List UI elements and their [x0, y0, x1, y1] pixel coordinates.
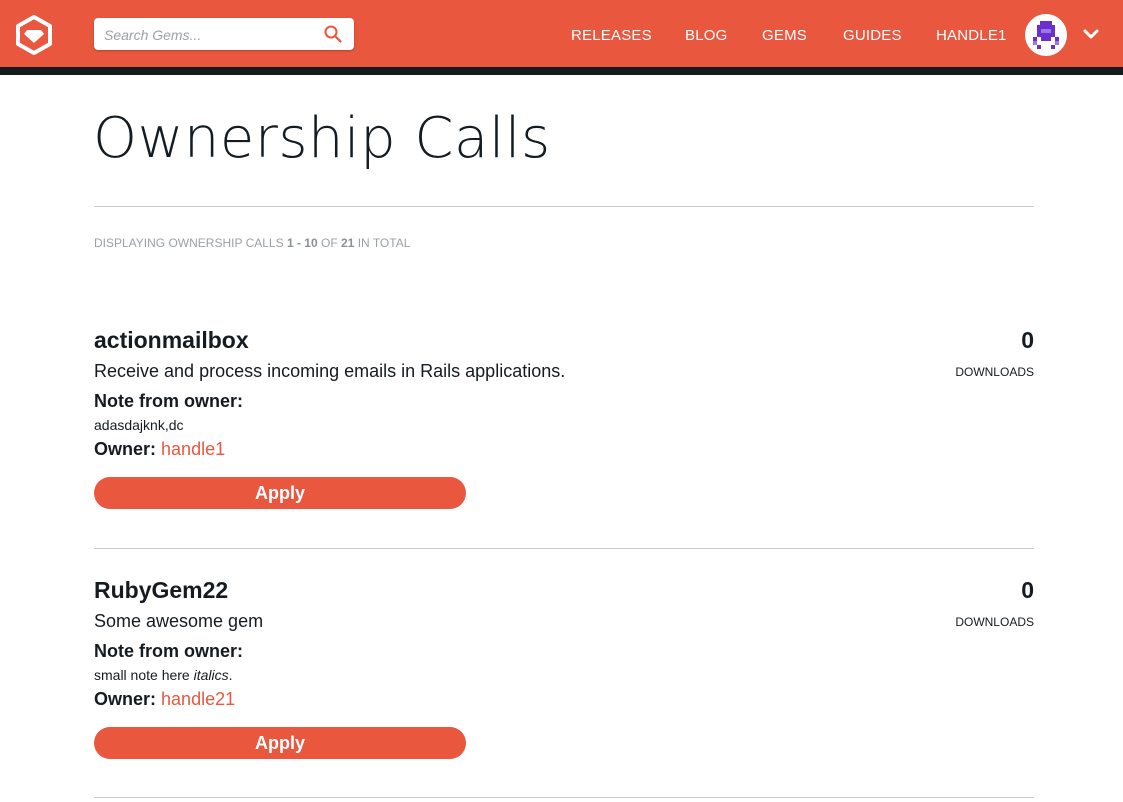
- owner-label: Owner:: [94, 689, 157, 709]
- site-header: RELEASES BLOG GEMS GUIDES HANDLE1: [0, 0, 1123, 67]
- nav-user-handle[interactable]: HANDLE1: [936, 27, 1007, 47]
- search-input[interactable]: [102, 23, 316, 47]
- gem-name[interactable]: RubyGem22: [94, 577, 228, 604]
- downloads-count: 0: [1021, 577, 1034, 603]
- avatar[interactable]: [1025, 14, 1067, 56]
- ownership-call-item: RubyGem22 Some awesome gem Note from own…: [94, 577, 1034, 777]
- divider: [94, 206, 1034, 207]
- downloads-count: 0: [1021, 327, 1034, 353]
- search-icon[interactable]: [324, 25, 342, 43]
- apply-button[interactable]: Apply: [94, 727, 466, 759]
- apply-button[interactable]: Apply: [94, 477, 466, 509]
- owner-line: Owner: handle21: [94, 689, 235, 710]
- page-title: Ownership Calls: [93, 106, 551, 171]
- gem-description: Some awesome gem: [94, 611, 264, 631]
- downloads-label: DOWNLOADS: [955, 615, 1034, 629]
- pagination-summary: Displaying ownership calls 1 - 10 of 21 …: [94, 236, 411, 250]
- ownership-call-item: actionmailbox Receive and process incomi…: [94, 327, 1034, 527]
- header-border: [0, 67, 1123, 75]
- nav-guides[interactable]: GUIDES: [843, 27, 902, 47]
- chevron-down-icon[interactable]: [1082, 27, 1100, 41]
- downloads-label: DOWNLOADS: [955, 365, 1034, 379]
- owner-line: Owner: handle1: [94, 439, 225, 460]
- rubygems-logo-icon[interactable]: [15, 15, 53, 55]
- note-text-plain: small note here: [94, 667, 194, 683]
- owner-link[interactable]: handle21: [161, 689, 235, 709]
- divider: [94, 548, 1034, 549]
- nav-blog[interactable]: BLOG: [685, 27, 727, 47]
- nav-releases[interactable]: RELEASES: [571, 27, 652, 47]
- search-box: [94, 18, 354, 50]
- note-label: Note from owner:: [94, 641, 244, 661]
- owner-note: small note here italics.: [94, 667, 233, 683]
- note-text-italic: italics: [193, 667, 229, 683]
- nav-gems[interactable]: GEMS: [762, 27, 807, 47]
- divider: [94, 797, 1034, 798]
- note-text-end: .: [228, 667, 233, 683]
- note-label: Note from owner:: [94, 391, 244, 411]
- owner-note: adasdajknk,dc: [94, 417, 184, 433]
- gem-description: Receive and process incoming emails in R…: [94, 361, 566, 381]
- owner-link[interactable]: handle1: [161, 439, 225, 459]
- owner-label: Owner:: [94, 439, 157, 459]
- gem-name[interactable]: actionmailbox: [94, 327, 249, 354]
